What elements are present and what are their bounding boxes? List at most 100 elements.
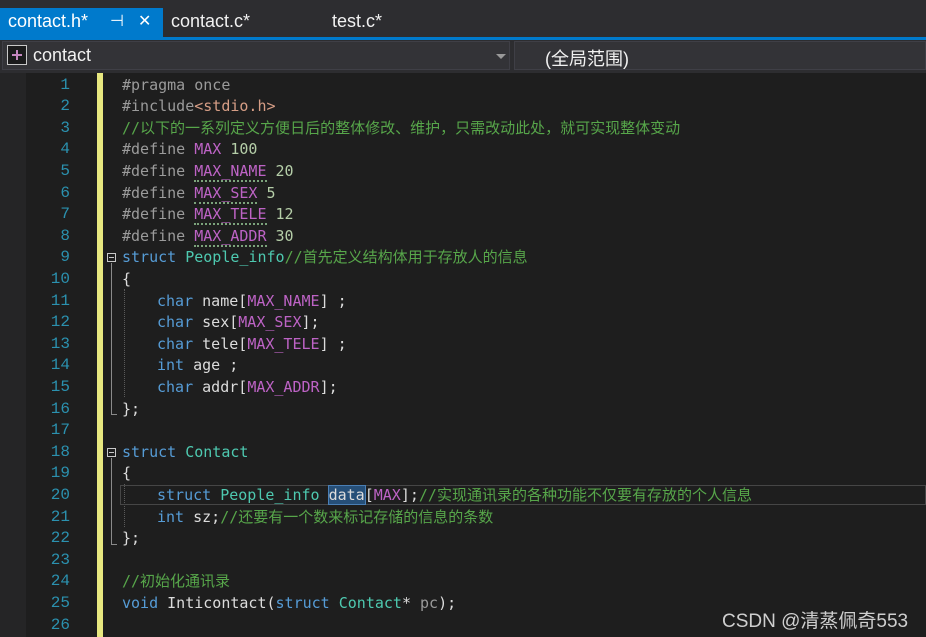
code-text: char tele[MAX_TELE] ; [157,334,347,356]
code-text: #include<stdio.h> [122,96,276,118]
project-dropdown[interactable]: contact [2,41,510,70]
tab-label: contact.h* [8,11,89,31]
type-name: Contact [338,594,402,612]
line-number: 20 [50,486,70,504]
keyword: char [157,334,194,353]
code-line: 1 #pragma once [0,75,926,97]
macro-name: MAX [194,140,222,159]
keyword: char [157,291,194,310]
preprocessor-directive: #pragma once [122,75,231,94]
code-text: struct Contact [122,442,248,464]
scope-dropdown-value: (全局范围) [545,49,629,69]
line-number: 25 [50,594,70,612]
code-text: { [122,270,132,288]
macro-name: MAX_NAME [194,162,267,182]
code-line: 8 #define MAX_ADDR 30 [0,226,926,248]
code-line: 9 struct People_info//首先定义结构体用于存放人的信息 [0,247,926,269]
line-number: 19 [50,464,70,483]
code-line: 11 char name[MAX_NAME] ; [0,291,926,313]
macro-value: 100 [221,140,258,159]
macro-value: 5 [257,183,276,202]
scope-dropdown[interactable]: (全局范围) [514,41,926,70]
type-name: People_info [220,486,320,504]
punctuation: ]; [301,313,320,332]
identifier: age ; [184,356,239,375]
keyword: void [122,594,159,612]
keyword: struct [122,442,177,461]
tab-label: contact.c* [171,11,251,31]
line-number: 23 [50,550,70,569]
selected-identifier[interactable]: data [327,485,366,505]
line-number: 7 [60,205,70,224]
identifier: sz; [184,507,221,526]
comment: //还要有一个数来标记存储的信息的条数 [220,507,494,526]
code-text: #define MAX_SEX 5 [122,183,276,205]
code-line: 6 #define MAX_SEX 5 [0,183,926,205]
code-line: 20 struct People_info data[MAX];//实现通讯录的… [0,485,926,507]
line-number: 14 [50,356,70,375]
code-editor[interactable]: 1 #pragma once 2 #include<stdio.h> 3 //以… [0,73,926,637]
keyword: struct [157,486,212,504]
line-number: 1 [60,75,70,94]
line-number: 2 [60,97,70,116]
macro-name: MAX_SEX [238,313,302,332]
tab-test-c[interactable]: test.c* [323,8,453,37]
code-line: 22 }; [0,528,926,550]
document-tab-bar: contact.h* ⊣ ✕ contact.c* test.c* [0,0,926,37]
punctuation: * [401,594,421,612]
code-line: 4 #define MAX 100 [0,139,926,161]
include-path: <stdio.h> [194,97,276,116]
comment: //实现通讯录的各种功能不仅要有存放的个人信息 [418,486,752,504]
code-text: { [122,464,132,483]
line-number: 16 [50,399,70,418]
code-text: struct People_info data[MAX];//实现通讯录的各种功… [157,485,752,507]
project-dropdown-value: contact [33,45,92,65]
tab-contact-c[interactable]: contact.c* [163,8,323,37]
macro-value: 12 [266,205,294,224]
comment: //首先定义结构体用于存放人的信息 [284,248,528,267]
close-icon[interactable]: ✕ [138,8,151,35]
preprocessor-directive: #define [122,226,195,245]
tab-contact-h[interactable]: contact.h* ⊣ ✕ [0,8,163,37]
preprocessor-directive: #define [122,183,195,202]
identifier: sex[ [193,313,239,332]
keyword: struct [122,248,177,267]
chevron-down-icon[interactable] [496,54,506,59]
code-text: struct People_info//首先定义结构体用于存放人的信息 [122,247,528,269]
code-line: 2 #include<stdio.h> [0,96,926,118]
line-number: 22 [50,529,70,548]
line-number: 6 [60,183,70,202]
punctuation: ); [438,594,457,612]
code-text: #define MAX_NAME 20 [122,161,294,183]
code-line: 16 }; [0,399,926,421]
code-text: #define MAX 100 [122,139,257,161]
type-name: Contact [185,442,249,461]
macro-name: MAX_NAME [247,291,320,310]
code-text: char addr[MAX_ADDR]; [157,377,338,399]
line-number: 17 [50,421,70,440]
comment: //初始化通讯录 [122,572,231,591]
keyword: int [157,507,185,526]
code-line: 10 { [0,269,926,291]
keyword: char [157,313,194,332]
line-number: 10 [50,270,70,288]
code-text: char sex[MAX_SEX]; [157,312,320,334]
keyword: struct [275,594,330,612]
line-number: 15 [50,378,70,396]
line-number: 21 [50,507,70,526]
code-line: 15 char addr[MAX_ADDR]; [0,377,926,399]
code-text: void Inticontact(struct Contact* pc); [122,593,456,615]
line-number: 9 [60,248,70,267]
preprocessor-directive: #define [122,140,195,159]
pin-icon[interactable]: ⊣ [110,8,124,35]
line-number: 11 [50,291,70,310]
code-line: 19 { [0,463,926,485]
code-line: 12 char sex[MAX_SEX]; [0,312,926,334]
identifier: addr[ [193,378,248,396]
code-line: 3 //以下的一系列定义方便日后的整体修改、维护，只需改动此处，就可实现整体变动 [0,118,926,140]
macro-name: MAX [373,486,401,504]
identifier: name[ [193,291,248,310]
code-line: 13 char tele[MAX_TELE] ; [0,334,926,356]
macro-name: MAX_TELE [247,334,320,353]
